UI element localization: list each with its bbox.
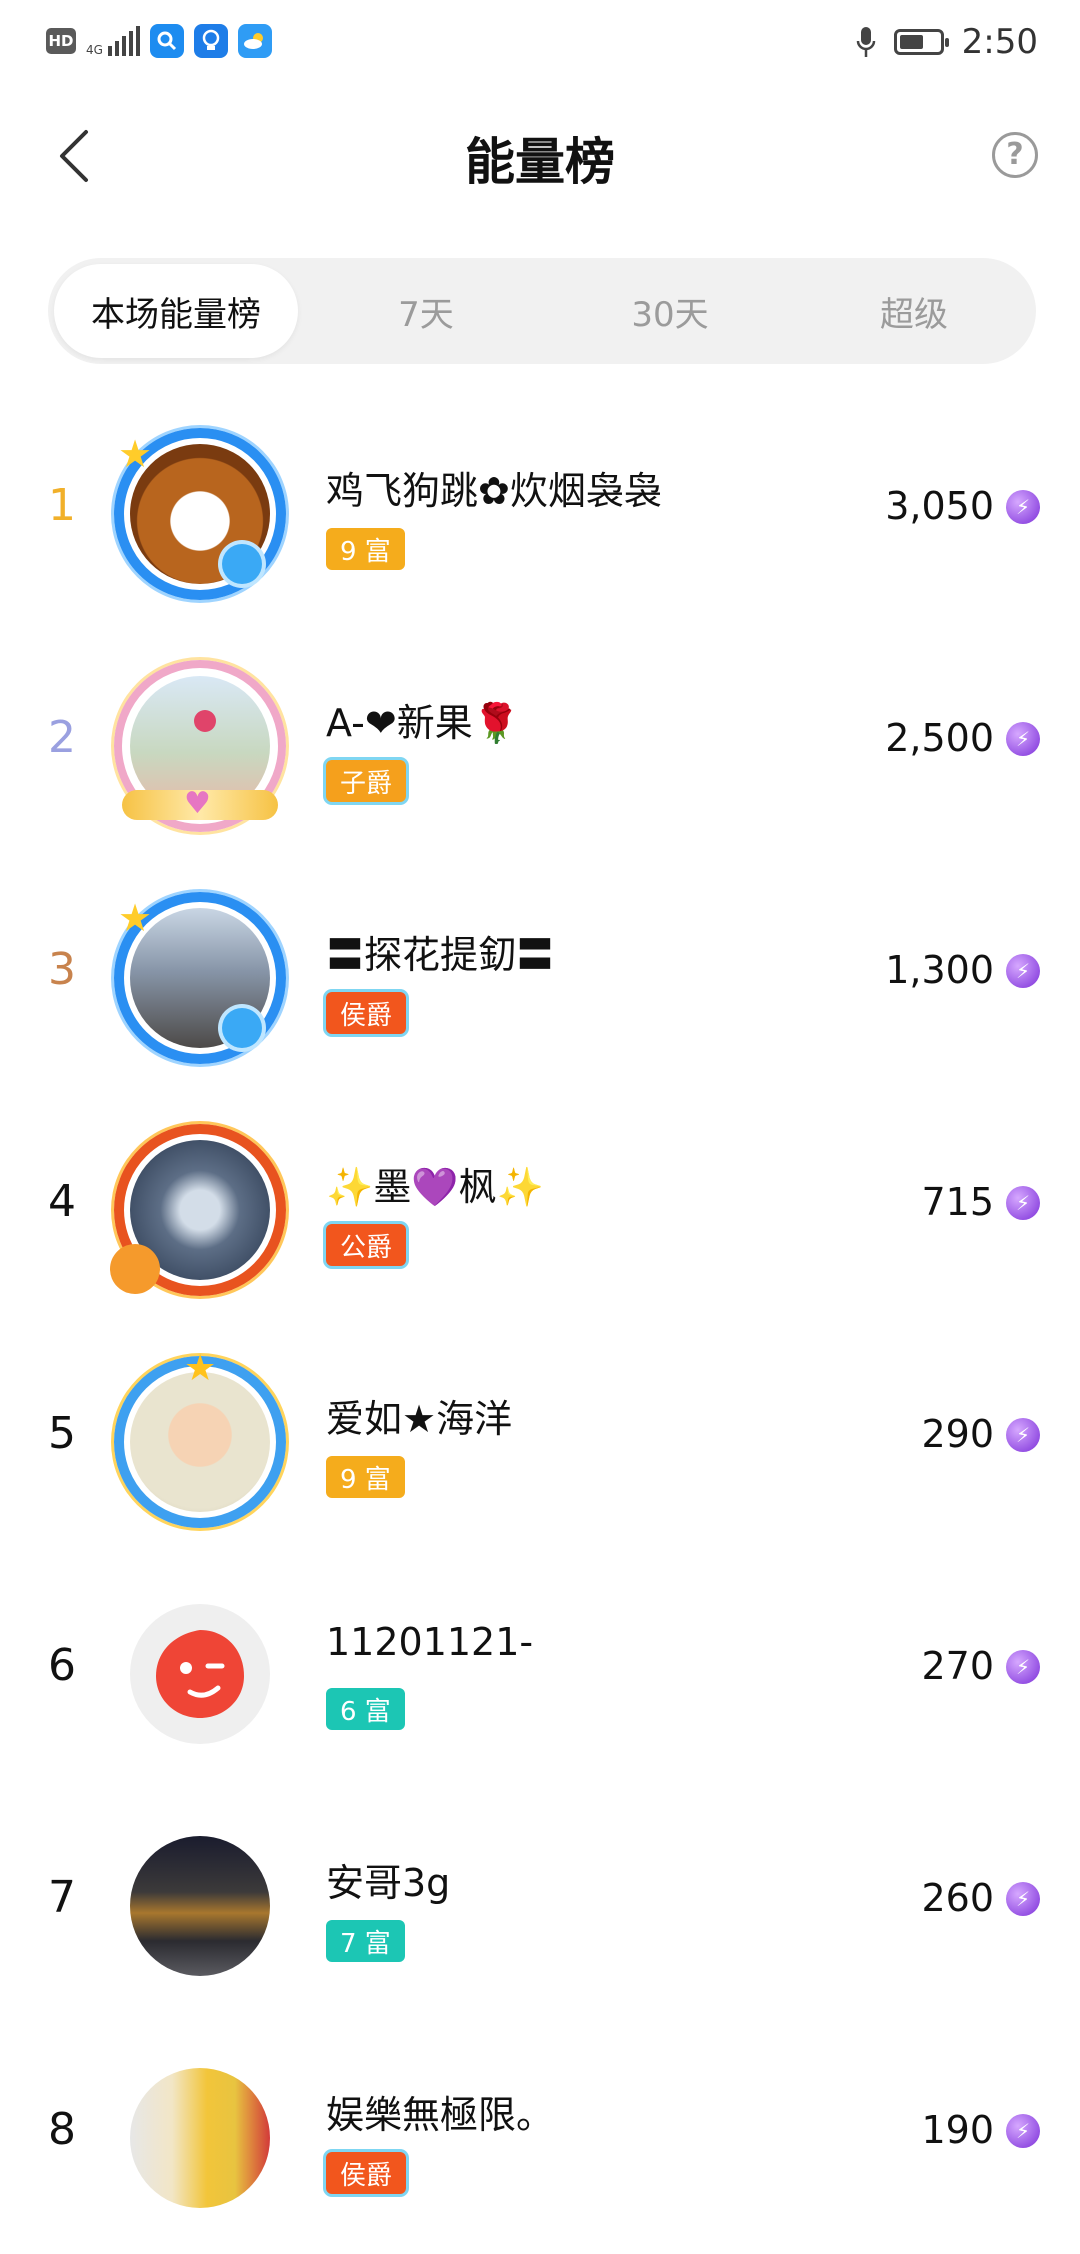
user-name: 安哥3g (326, 1861, 451, 1905)
star-icon: ★ (118, 432, 153, 476)
microphone-icon (856, 27, 875, 57)
rank-number: 2 (48, 712, 76, 763)
wealth-badge: 7 富 (326, 1920, 405, 1962)
page-title: 能量榜 (465, 133, 615, 191)
energy-score: 290 (921, 1412, 994, 1456)
noble-badge: 公爵 (326, 1224, 407, 1266)
rank-number: 1 (48, 480, 76, 531)
rank-number: 3 (48, 944, 76, 995)
flower-icon (194, 710, 216, 732)
rank-number: 7 (48, 1872, 76, 1923)
tab-super[interactable]: 超级 (792, 258, 1036, 364)
avatar (130, 1604, 270, 1744)
list-item[interactable]: 2 ♥ A-❤新果🌹 子爵 2,500 ⚡ (0, 630, 1080, 862)
energy-score: 2,500 (885, 716, 994, 760)
tab-7-days[interactable]: 7天 (304, 258, 548, 364)
list-item[interactable]: 6 11201121- 6 富 270 ⚡ (0, 1558, 1080, 1790)
user-name: 〓探花提釖〓 (326, 933, 555, 977)
battery-level (899, 35, 923, 49)
lightning-icon: ⚡ (1006, 954, 1040, 988)
list-item[interactable]: 4 ✨墨💜枫✨ 公爵 715 ⚡ (0, 1094, 1080, 1326)
search-app-icon (149, 24, 184, 58)
list-item[interactable]: 3 ★ 〓探花提釖〓 侯爵 1,300 ⚡ (0, 862, 1080, 1094)
noble-badge: 侯爵 (326, 2152, 407, 2194)
wink-face-icon (156, 1630, 244, 1718)
header: 能量榜 ? (0, 110, 1080, 202)
heart-icon: ♥ (184, 786, 211, 821)
energy-score: 190 (921, 2108, 994, 2152)
list-item[interactable]: 1 ★ 鸡飞狗跳✿炊烟袅袅 9 富 3,050 ⚡ (0, 398, 1080, 630)
signal-icon: 4G (86, 26, 140, 56)
rank-number: 5 (48, 1408, 76, 1459)
user-name: A-❤新果🌹 (326, 701, 521, 745)
bulb-app-icon (193, 24, 228, 58)
clock: 2:50 (961, 22, 1038, 62)
list-item[interactable]: 8 娱樂無極限。 侯爵 190 ⚡ (0, 2022, 1080, 2254)
list-item[interactable]: 7 安哥3g 7 富 260 ⚡ (0, 1790, 1080, 2022)
planet-icon (222, 544, 262, 584)
list-item[interactable]: 5 ★ 爱如★海洋 9 富 290 ⚡ (0, 1326, 1080, 1558)
crown-icon: ★ (184, 1348, 217, 1389)
lightning-icon: ⚡ (1006, 1650, 1040, 1684)
hd-icon: HD (46, 28, 76, 54)
energy-score: 260 (921, 1876, 994, 1920)
lightning-icon: ⚡ (1006, 2114, 1040, 2148)
lightning-icon: ⚡ (1006, 1418, 1040, 1452)
lightning-icon: ⚡ (1006, 722, 1040, 756)
lightning-icon: ⚡ (1006, 1186, 1040, 1220)
avatar (130, 2068, 270, 2208)
status-bar: HD 4G 2:50 (0, 0, 1080, 86)
energy-score: 270 (921, 1644, 994, 1688)
planet-icon (222, 1008, 262, 1048)
status-right: 2:50 (856, 22, 1038, 62)
energy-score: 715 (921, 1180, 994, 1224)
energy-score: 1,300 (885, 948, 994, 992)
tab-current-session[interactable]: 本场能量榜 (54, 264, 298, 358)
ranking-list: 1 ★ 鸡飞狗跳✿炊烟袅袅 9 富 3,050 ⚡ 2 ♥ A-❤新果🌹 子爵 … (0, 398, 1080, 2254)
rank-number: 4 (48, 1176, 76, 1227)
status-left: HD 4G (46, 24, 272, 58)
noble-badge: 侯爵 (326, 992, 407, 1034)
wealth-badge: 9 富 (326, 528, 405, 570)
user-name: ✨墨💜枫✨ (326, 1165, 544, 1209)
tab-30-days[interactable]: 30天 (548, 258, 792, 364)
user-name: 11201121- (326, 1620, 534, 1664)
battery-icon (893, 29, 949, 55)
rank-number: 8 (48, 2104, 76, 2155)
help-button[interactable]: ? (992, 132, 1038, 178)
tab-bar: 本场能量榜 7天 30天 超级 (48, 258, 1036, 364)
user-name: 爱如★海洋 (326, 1397, 513, 1441)
weather-app-icon (237, 24, 272, 58)
avatar (130, 1372, 270, 1512)
rank-number: 6 (48, 1640, 76, 1691)
network-type: 4G (86, 43, 103, 57)
star-icon: ★ (118, 896, 153, 940)
lightning-icon: ⚡ (1006, 490, 1040, 524)
wealth-badge: 6 富 (326, 1688, 405, 1730)
lightning-icon: ⚡ (1006, 1882, 1040, 1916)
energy-score: 3,050 (885, 484, 994, 528)
avatar (130, 1836, 270, 1976)
user-name: 娱樂無極限。 (326, 2093, 555, 2137)
user-name: 鸡飞狗跳✿炊烟袅袅 (326, 469, 662, 513)
wealth-badge: 9 富 (326, 1456, 405, 1498)
tiger-ornament (110, 1244, 160, 1294)
noble-badge: 子爵 (326, 760, 407, 802)
